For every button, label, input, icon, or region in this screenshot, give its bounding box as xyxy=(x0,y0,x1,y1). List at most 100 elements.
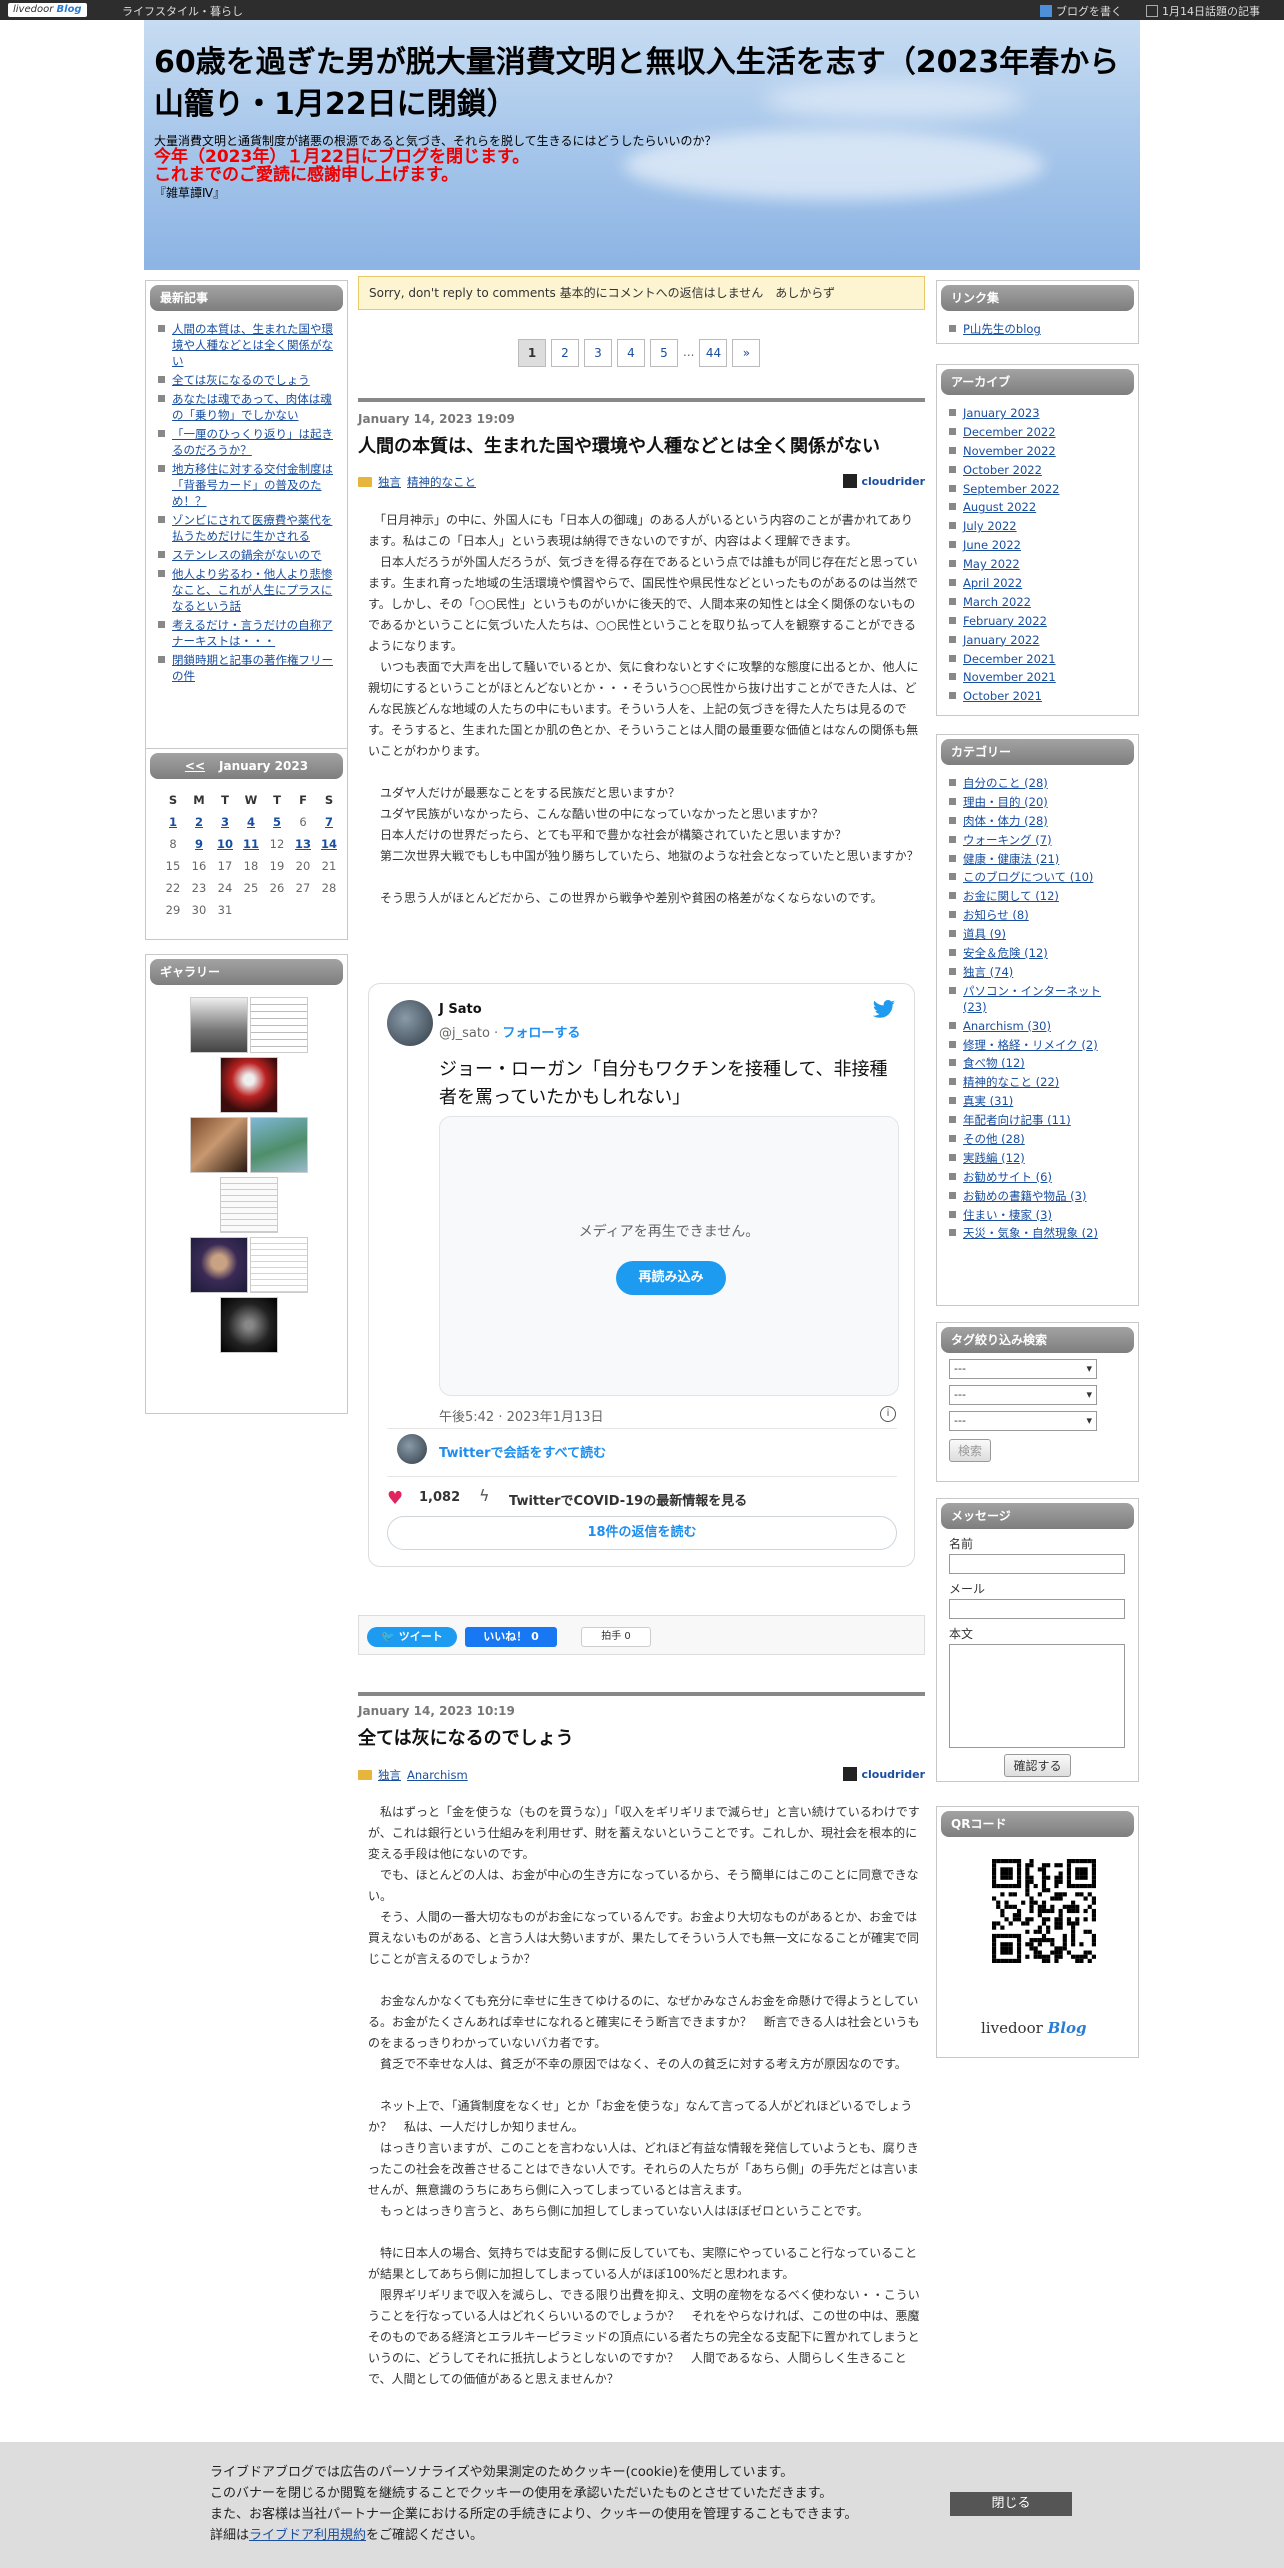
category-label[interactable]: ライフスタイル・暮らし xyxy=(122,3,243,19)
category-item-link[interactable]: お勧めの書籍や物品 (3) xyxy=(963,1189,1086,1203)
calendar-day[interactable]: 10 xyxy=(212,833,238,855)
calendar-day[interactable]: 7 xyxy=(316,811,342,833)
recent-post-item-link[interactable]: ステンレスの鍋余がないので xyxy=(172,548,322,562)
category-item-link[interactable]: 天災・気象・自然現象 (2) xyxy=(963,1226,1098,1240)
category-item-link[interactable]: 修理・格経・リメイク (2) xyxy=(963,1038,1098,1052)
confirm-button[interactable]: 確認する xyxy=(1004,1754,1071,1777)
category-item-link[interactable]: 住まい・棲家 (3) xyxy=(963,1208,1052,1222)
category-item-link[interactable]: その他 (28) xyxy=(963,1132,1025,1146)
blog-title[interactable]: 60歳を過ぎた男が脱大量消費文明と無収入生活を志す（2023年春から山籠り・1月… xyxy=(154,42,1134,126)
covid-info-link[interactable]: TwitterでCOVID-19の最新情報を見る xyxy=(509,1490,747,1509)
recent-post-item-link[interactable]: 全ては灰になるのでしょう xyxy=(172,373,310,387)
category-item-link[interactable]: 年配者向け記事 (11) xyxy=(963,1113,1071,1127)
recent-post-item-link[interactable]: あなたは魂であって、肉体は魂の「乗り物」でしかない xyxy=(172,392,332,422)
gallery-thumbnail[interactable] xyxy=(220,1057,278,1113)
clap-button[interactable]: 拍手 0 xyxy=(581,1627,651,1647)
tag-select[interactable]: --- xyxy=(949,1359,1097,1379)
recent-post-item-link[interactable]: 「一厘のひっくり返り」は起きるのだろうか？ xyxy=(172,427,333,457)
pager-link[interactable]: » xyxy=(732,339,761,367)
post-author[interactable]: cloudrider xyxy=(843,474,925,488)
recent-post-item-link[interactable]: ゾンビにされて医療費や薬代を払うためだけに生かされる xyxy=(172,513,332,543)
pager-link[interactable]: 44 xyxy=(699,339,728,367)
calendar-day[interactable]: 2 xyxy=(186,811,212,833)
gallery-thumbnail[interactable] xyxy=(190,1117,248,1173)
recent-post-item-link[interactable]: 他人より劣るわ・他人より悲惨なこと、これが人生にプラスになるという話 xyxy=(172,567,333,613)
search-button[interactable]: 検索 xyxy=(949,1439,992,1462)
post-category-link[interactable]: 精神的なこと xyxy=(407,475,476,489)
archive-item-link[interactable]: January 2022 xyxy=(963,633,1040,647)
facebook-like-button[interactable]: いいね！ 0 xyxy=(465,1627,557,1647)
archive-item-link[interactable]: July 2022 xyxy=(963,519,1017,533)
calendar-day-link[interactable]: 2 xyxy=(195,815,203,829)
calendar-day-link[interactable]: 1 xyxy=(169,815,177,829)
archive-item-link[interactable]: June 2022 xyxy=(963,538,1021,552)
calendar-day-link[interactable]: 4 xyxy=(247,815,255,829)
read-conversation-link[interactable]: Twitterで会話をすべて読む xyxy=(439,1442,606,1461)
reload-button[interactable]: 再読み込み xyxy=(616,1261,726,1295)
category-item-link[interactable]: お金に関して (12) xyxy=(963,889,1059,903)
archive-item-link[interactable]: January 2023 xyxy=(963,406,1040,420)
category-item-link[interactable]: 食べ物 (12) xyxy=(963,1056,1025,1070)
post-category-link[interactable]: Anarchism xyxy=(407,1768,468,1782)
category-item-link[interactable]: 道具 (9) xyxy=(963,927,1006,941)
archive-item-link[interactable]: March 2022 xyxy=(963,595,1031,609)
tweet-timestamp[interactable]: 午後5:42 · 2023年1月13日 xyxy=(439,1406,604,1425)
category-item-link[interactable]: 実践編 (12) xyxy=(963,1151,1025,1165)
category-item-link[interactable]: 理由・目的 (20) xyxy=(963,795,1048,809)
tag-select[interactable]: --- xyxy=(949,1411,1097,1431)
calendar-day-link[interactable]: 13 xyxy=(295,837,311,851)
category-item-link[interactable]: 安全＆危険 (12) xyxy=(963,946,1048,960)
archive-item-link[interactable]: May 2022 xyxy=(963,557,1020,571)
archive-item-link[interactable]: November 2022 xyxy=(963,444,1056,458)
category-item-link[interactable]: 真実 (31) xyxy=(963,1094,1013,1108)
calendar-day-link[interactable]: 7 xyxy=(325,815,333,829)
post-author[interactable]: cloudrider xyxy=(843,1767,925,1781)
archive-item-link[interactable]: September 2022 xyxy=(963,482,1060,496)
calendar-day-link[interactable]: 9 xyxy=(195,837,203,851)
mail-input[interactable] xyxy=(949,1599,1125,1619)
tweet-button[interactable]: 🐦 ツイート xyxy=(367,1627,457,1647)
calendar-day[interactable]: 9 xyxy=(186,833,212,855)
archive-item-link[interactable]: December 2022 xyxy=(963,425,1056,439)
calendar-day-link[interactable]: 11 xyxy=(243,837,259,851)
gallery-thumbnail[interactable] xyxy=(190,1237,248,1293)
category-item-link[interactable]: お勧めサイト (6) xyxy=(963,1170,1052,1184)
calendar-prev-link[interactable]: << xyxy=(185,759,205,773)
category-item-link[interactable]: 健康・健康法 (21) xyxy=(963,852,1059,866)
read-replies-button[interactable]: 18件の返信を読む xyxy=(387,1516,897,1550)
gallery-thumbnail[interactable] xyxy=(250,1117,308,1173)
gallery-thumbnail[interactable] xyxy=(220,1177,278,1233)
category-item-link[interactable]: Anarchism (30) xyxy=(963,1019,1051,1033)
gallery-thumbnail[interactable] xyxy=(220,1297,278,1353)
follow-link[interactable]: フォローする xyxy=(502,1026,580,1041)
category-item-link[interactable]: パソコン・インターネット (23) xyxy=(963,984,1101,1014)
message-textarea[interactable] xyxy=(949,1644,1125,1748)
recent-post-item-link[interactable]: 考えるだけ・言うだけの自称アナーキストは・・・ xyxy=(172,618,333,648)
post-title[interactable]: 全ては灰になるのでしょう xyxy=(358,1724,574,1750)
close-cookie-button[interactable]: 閉じる xyxy=(950,2492,1072,2516)
calendar-day-link[interactable]: 10 xyxy=(217,837,233,851)
pager-link[interactable]: 4 xyxy=(617,339,645,367)
write-blog-link[interactable]: ブログを書く xyxy=(1040,3,1122,19)
gallery-thumbnail[interactable] xyxy=(190,997,248,1053)
calendar-day[interactable]: 13 xyxy=(290,833,316,855)
post-category-link[interactable]: 独言 xyxy=(378,475,401,489)
pager-link[interactable]: 2 xyxy=(551,339,579,367)
recent-post-item-link[interactable]: 閉鎖時期と記事の著作権フリーの件 xyxy=(172,653,333,683)
category-item-link[interactable]: このブログについて (10) xyxy=(963,870,1093,884)
archive-item-link[interactable]: August 2022 xyxy=(963,500,1036,514)
pager-link[interactable]: 5 xyxy=(650,339,678,367)
calendar-day[interactable]: 5 xyxy=(264,811,290,833)
name-input[interactable] xyxy=(949,1554,1125,1574)
calendar-day[interactable]: 11 xyxy=(238,833,264,855)
heart-icon[interactable]: ♥ xyxy=(387,1488,403,1509)
calendar-day[interactable]: 4 xyxy=(238,811,264,833)
tweet-avatar[interactable] xyxy=(387,1000,433,1046)
post-title[interactable]: 人間の本質は、生まれた国や環境や人種などとは全く関係がない xyxy=(358,432,880,458)
livedoor-blog-logo[interactable]: livedoor Blog xyxy=(981,2019,1086,2037)
gallery-thumbnail[interactable] xyxy=(250,1237,308,1293)
info-icon[interactable]: i xyxy=(880,1406,896,1422)
calendar-day-link[interactable]: 14 xyxy=(321,837,337,851)
archive-item-link[interactable]: October 2021 xyxy=(963,689,1042,703)
category-item-link[interactable]: 肉体・体力 (28) xyxy=(963,814,1048,828)
